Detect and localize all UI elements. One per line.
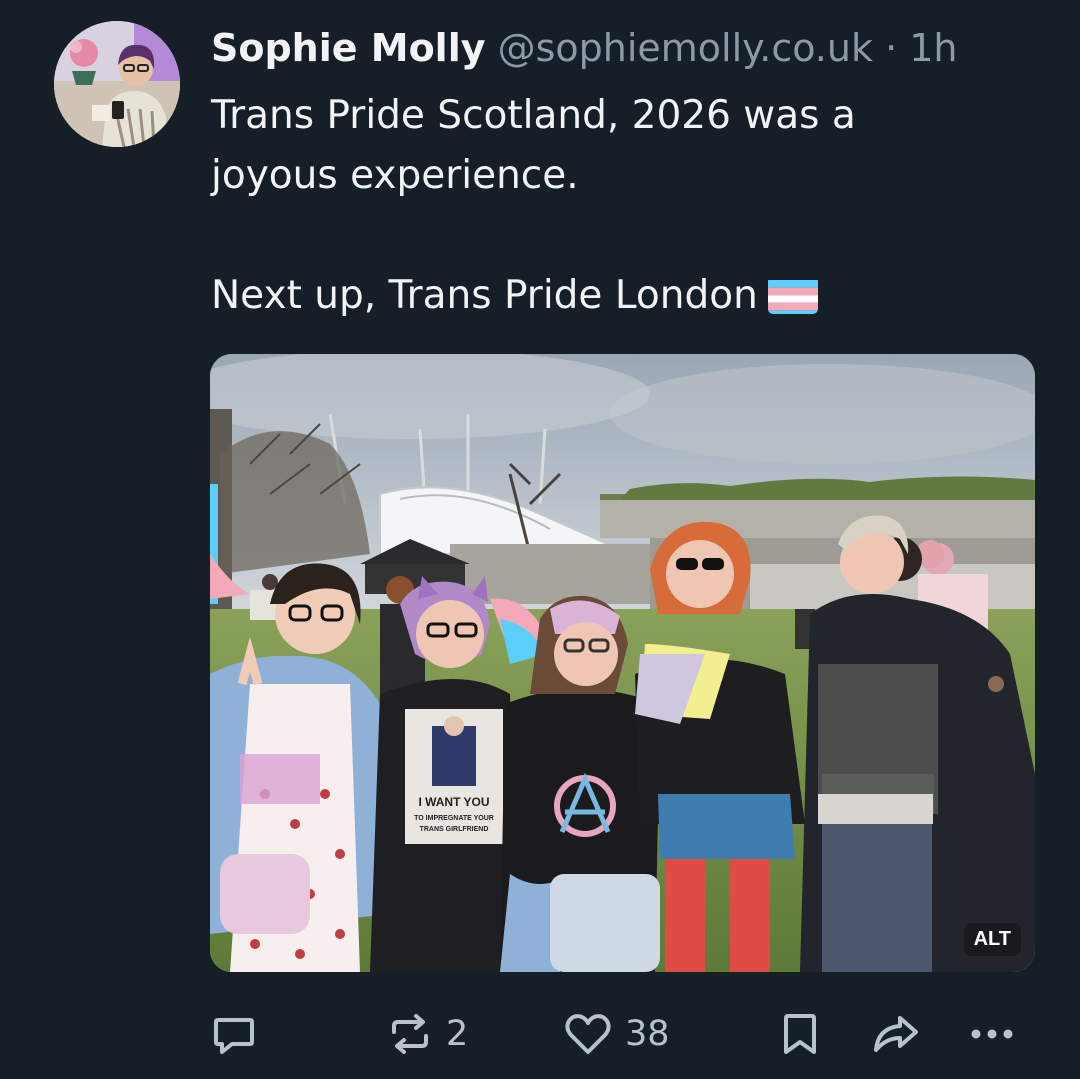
avatar[interactable] bbox=[54, 21, 180, 147]
like-count: 38 bbox=[625, 1014, 670, 1054]
shirt-line-1: I WANT YOU bbox=[418, 795, 489, 809]
post-text: Trans Pride Scotland, 2026 was a joyous … bbox=[211, 86, 1011, 326]
repost-count: 2 bbox=[446, 1014, 469, 1054]
reply-icon bbox=[214, 1018, 254, 1054]
author-name[interactable]: Sophie Molly bbox=[211, 26, 486, 70]
shirt-line-3: TRANS GIRLFRIEND bbox=[420, 826, 489, 833]
alt-text-badge[interactable]: ALT bbox=[963, 923, 1021, 956]
bookmark-button[interactable] bbox=[778, 1008, 822, 1060]
shirt-line-2: TO IMPREGNATE YOUR bbox=[414, 815, 494, 822]
share-button[interactable] bbox=[870, 1008, 922, 1060]
post-header: Sophie Molly @sophiemolly.co.uk · 1h bbox=[211, 22, 958, 74]
reply-button[interactable] bbox=[210, 1008, 270, 1060]
heart-icon bbox=[565, 1014, 611, 1054]
transgender-flag-icon bbox=[767, 276, 818, 314]
photo-scene: I WANT YOU TO IMPREGNATE YOUR TRANS GIRL… bbox=[210, 354, 1035, 972]
more-options-icon bbox=[971, 1029, 1013, 1039]
like-button[interactable]: 38 bbox=[563, 1008, 670, 1060]
post-text-content: Trans Pride Scotland, 2026 was a joyous … bbox=[211, 93, 856, 318]
bookmark-icon bbox=[784, 1014, 816, 1054]
post-timestamp[interactable]: 1h bbox=[909, 26, 957, 70]
post-image[interactable]: I WANT YOU TO IMPREGNATE YOUR TRANS GIRL… bbox=[210, 354, 1035, 972]
author-handle[interactable]: @sophiemolly.co.uk bbox=[498, 26, 873, 70]
action-bar: 2 38 bbox=[0, 1000, 1080, 1070]
more-options-button[interactable] bbox=[966, 1008, 1018, 1060]
repost-icon bbox=[392, 1014, 428, 1054]
header-separator: · bbox=[885, 26, 898, 70]
share-icon bbox=[874, 1016, 918, 1052]
repost-button[interactable]: 2 bbox=[386, 1008, 468, 1060]
avatar-image bbox=[54, 21, 180, 147]
post: Sophie Molly @sophiemolly.co.uk · 1h Tra… bbox=[0, 0, 1080, 1079]
